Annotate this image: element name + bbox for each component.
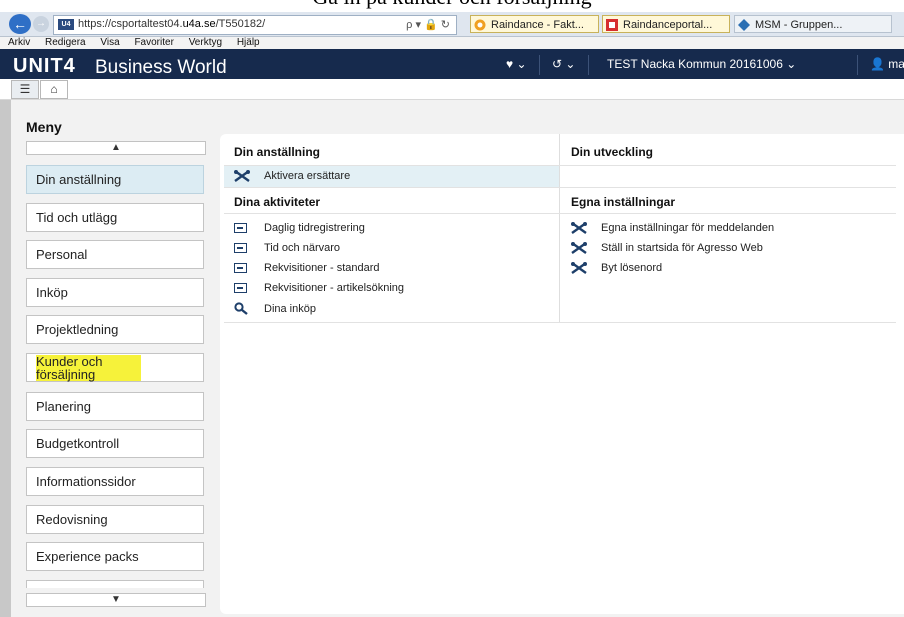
app-toolbar: ☰ ⌂ bbox=[0, 79, 904, 100]
heart-icon: ♥ bbox=[506, 57, 514, 71]
sidebar-item-budgetkontroll[interactable]: Budgetkontroll bbox=[26, 429, 204, 458]
section-divider bbox=[224, 322, 896, 323]
tools-icon bbox=[571, 262, 589, 274]
section-egna-installningar: Egna inställningar bbox=[571, 195, 676, 209]
menu-arkiv[interactable]: Arkiv bbox=[8, 37, 30, 48]
left-edge bbox=[0, 100, 11, 617]
header-divider bbox=[588, 55, 589, 75]
browser-tab-raindance[interactable]: Raindance - Fakt... bbox=[470, 15, 599, 33]
header-divider bbox=[857, 55, 858, 75]
sidebar-item-din-anstallning[interactable]: Din anställning bbox=[26, 165, 204, 194]
section-din-utveckling: Din utveckling bbox=[571, 145, 654, 159]
scroll-up-button[interactable]: ▲ bbox=[26, 141, 206, 155]
msm-icon bbox=[738, 19, 750, 31]
raindanceportal-icon bbox=[606, 19, 618, 31]
scroll-down-button[interactable]: ▼ bbox=[26, 593, 206, 607]
header-divider bbox=[539, 55, 540, 75]
user-icon: 👤 bbox=[870, 57, 885, 71]
menu-favoriter[interactable]: Favoriter bbox=[134, 37, 173, 48]
link-egna-installningar-meddelanden[interactable]: Egna inställningar för meddelanden bbox=[571, 222, 774, 234]
section-divider bbox=[224, 187, 896, 188]
site-favicon: U4 bbox=[58, 19, 74, 30]
url-text[interactable]: https://csportaltest04.u4a.se/T550182/ bbox=[78, 18, 265, 30]
menu-verktyg[interactable]: Verktyg bbox=[189, 37, 222, 48]
sidebar-item-kunder-och-forsaljning[interactable]: Kunder och försäljning bbox=[26, 353, 204, 382]
app-header: UNIT4 Business World ♥ ⌄ ↺ ⌄ TEST Nacka … bbox=[0, 49, 904, 79]
search-icon bbox=[234, 302, 252, 315]
sidebar-item-projektledning[interactable]: Projektledning bbox=[26, 315, 204, 344]
form-icon bbox=[234, 283, 252, 293]
history-icon: ↺ bbox=[552, 57, 563, 71]
history-menu[interactable]: ↺ ⌄ bbox=[552, 57, 575, 71]
address-bar[interactable]: U4 https://csportaltest04.u4a.se/T550182… bbox=[53, 15, 457, 35]
form-icon bbox=[234, 243, 252, 253]
favorites-menu[interactable]: ♥ ⌄ bbox=[506, 57, 527, 71]
image-caption: Gå in på kunder och försäljning bbox=[0, 0, 904, 12]
tools-icon bbox=[571, 222, 589, 234]
back-arrow-icon[interactable]: ← bbox=[9, 14, 31, 34]
link-stall-in-startsida[interactable]: Ställ in startsida för Agresso Web bbox=[571, 242, 763, 254]
forward-arrow-icon[interactable]: → bbox=[33, 16, 49, 32]
menu-hjalp[interactable]: Hjälp bbox=[237, 37, 260, 48]
address-bar-icons[interactable]: ρ ▾ 🔒 ↻ bbox=[406, 18, 450, 31]
section-din-anstallning: Din anställning bbox=[234, 145, 321, 159]
column-divider bbox=[559, 134, 560, 323]
form-icon bbox=[234, 263, 252, 273]
section-divider bbox=[224, 213, 896, 214]
browser-bar: ← → U4 https://csportaltest04.u4a.se/T55… bbox=[0, 12, 904, 37]
sidebar-item-partial[interactable] bbox=[26, 580, 204, 588]
user-menu[interactable]: 👤 ma bbox=[870, 57, 904, 71]
raindance-icon bbox=[474, 19, 486, 31]
app-name: Business World bbox=[95, 57, 227, 78]
tools-icon bbox=[234, 170, 252, 182]
link-byt-losenord[interactable]: Byt lösenord bbox=[571, 262, 662, 274]
menu-redigera[interactable]: Redigera bbox=[45, 37, 86, 48]
home-icon[interactable]: ⌂ bbox=[40, 80, 68, 99]
sidebar-item-tid-och-utlagg[interactable]: Tid och utlägg bbox=[26, 203, 204, 232]
company-selector[interactable]: TEST Nacka Kommun 20161006 ⌄ bbox=[607, 57, 796, 71]
browser-tab-msm[interactable]: MSM - Gruppen... bbox=[734, 15, 892, 33]
browser-menu-bar: Arkiv Redigera Visa Favoriter Verktyg Hj… bbox=[0, 37, 904, 49]
sidebar-item-experience-packs[interactable]: Experience packs bbox=[26, 542, 204, 571]
link-rekvisitioner-artikelsokning[interactable]: Rekvisitioner - artikelsökning bbox=[234, 282, 404, 294]
link-rekvisitioner-standard[interactable]: Rekvisitioner - standard bbox=[234, 262, 380, 274]
main-panel bbox=[220, 134, 904, 614]
link-aktivera-ersattare[interactable]: Aktivera ersättare bbox=[234, 170, 350, 182]
sidebar-item-planering[interactable]: Planering bbox=[26, 392, 204, 421]
section-dina-aktiviteter: Dina aktiviteter bbox=[234, 195, 321, 209]
link-daglig-tidregistrering[interactable]: Daglig tidregistrering bbox=[234, 222, 365, 234]
sidebar-item-informationssidor[interactable]: Informationssidor bbox=[26, 467, 204, 496]
sidebar-item-personal[interactable]: Personal bbox=[26, 240, 204, 269]
menu-title: Meny bbox=[26, 119, 62, 135]
link-dina-inkop[interactable]: Dina inköp bbox=[234, 302, 316, 315]
menu-list-icon[interactable]: ☰ bbox=[11, 80, 39, 99]
sidebar-item-redovisning[interactable]: Redovisning bbox=[26, 505, 204, 534]
browser-tab-raindanceportal[interactable]: Raindanceportal... bbox=[602, 15, 730, 33]
form-icon bbox=[234, 223, 252, 233]
sidebar-item-inkop[interactable]: Inköp bbox=[26, 278, 204, 307]
tools-icon bbox=[571, 242, 589, 254]
menu-visa[interactable]: Visa bbox=[100, 37, 119, 48]
unit4-logo: UNIT4 bbox=[13, 55, 76, 77]
link-tid-och-narvaro[interactable]: Tid och närvaro bbox=[234, 242, 340, 254]
